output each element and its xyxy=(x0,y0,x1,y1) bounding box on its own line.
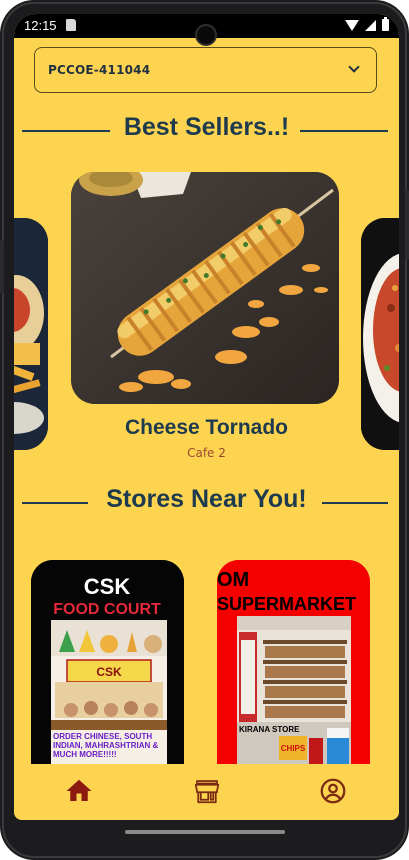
status-icons xyxy=(345,17,389,31)
front-camera xyxy=(195,24,217,46)
om-supermarket-image: OM SUPERMARKET KIRANA STORE CHIPS xyxy=(217,560,370,772)
store-1-sign: CSK xyxy=(96,665,122,679)
best-sellers-title: Best Sellers..! xyxy=(123,113,290,141)
system-home-bar[interactable] xyxy=(125,830,285,834)
battery-icon xyxy=(382,17,389,31)
nav-stores[interactable] xyxy=(192,776,222,806)
phone-frame: 12:15 PCCOE-411044 Best Sellers..! Chees… xyxy=(0,0,409,860)
bottom-navigation xyxy=(14,764,399,820)
volume-button xyxy=(0,240,4,294)
power-button xyxy=(405,190,409,260)
store-2-title: OM xyxy=(217,569,249,591)
store-icon xyxy=(194,780,220,804)
store-2-sign: KIRANA STORE xyxy=(239,725,300,734)
stores-near-you-heading: Stores Near You! xyxy=(14,485,399,521)
chevron-down-icon xyxy=(348,61,360,73)
best-seller-name: Cheese Tornado xyxy=(125,416,288,439)
best-sellers-heading: Best Sellers..! xyxy=(14,113,399,149)
nav-account[interactable] xyxy=(318,776,348,806)
home-icon xyxy=(66,779,92,801)
status-time: 12:15 xyxy=(24,18,57,33)
stores-near-you-title: Stores Near You! xyxy=(106,485,307,513)
account-icon xyxy=(320,778,346,804)
store-card-csk-food-court[interactable]: CSK FOOD COURT CSK ORDER CHINESE, SOUTH … xyxy=(31,560,184,772)
location-dropdown[interactable]: PCCOE-411044 xyxy=(34,47,377,93)
app-screen: 12:15 PCCOE-411044 Best Sellers..! Chees… xyxy=(14,14,399,820)
location-value: PCCOE-411044 xyxy=(48,63,151,77)
divider-right xyxy=(322,502,388,504)
store-card-om-supermarket[interactable]: OM SUPERMARKET KIRANA STORE CHIPS xyxy=(217,560,370,772)
cheese-tornado-image xyxy=(71,172,339,404)
divider-right xyxy=(300,130,388,132)
store-1-title: CSK xyxy=(84,574,131,599)
store-1-subtitle: FOOD COURT xyxy=(53,601,161,618)
store-2-tagline: CHIPS xyxy=(281,744,306,753)
sd-card-icon xyxy=(66,19,76,31)
best-seller-store: Cafe 2 xyxy=(187,446,226,460)
store-2-subtitle: SUPERMARKET xyxy=(217,594,356,614)
nav-home[interactable] xyxy=(64,776,94,806)
wifi-icon xyxy=(345,19,359,31)
store-1-tagline: ORDER CHINESE, SOUTH INDIAN, MAHRASHTRIA… xyxy=(53,732,159,759)
best-seller-card[interactable] xyxy=(71,172,339,404)
csk-food-court-image: CSK FOOD COURT CSK ORDER CHINESE, SOUTH … xyxy=(31,560,184,772)
signal-icon xyxy=(365,19,376,31)
